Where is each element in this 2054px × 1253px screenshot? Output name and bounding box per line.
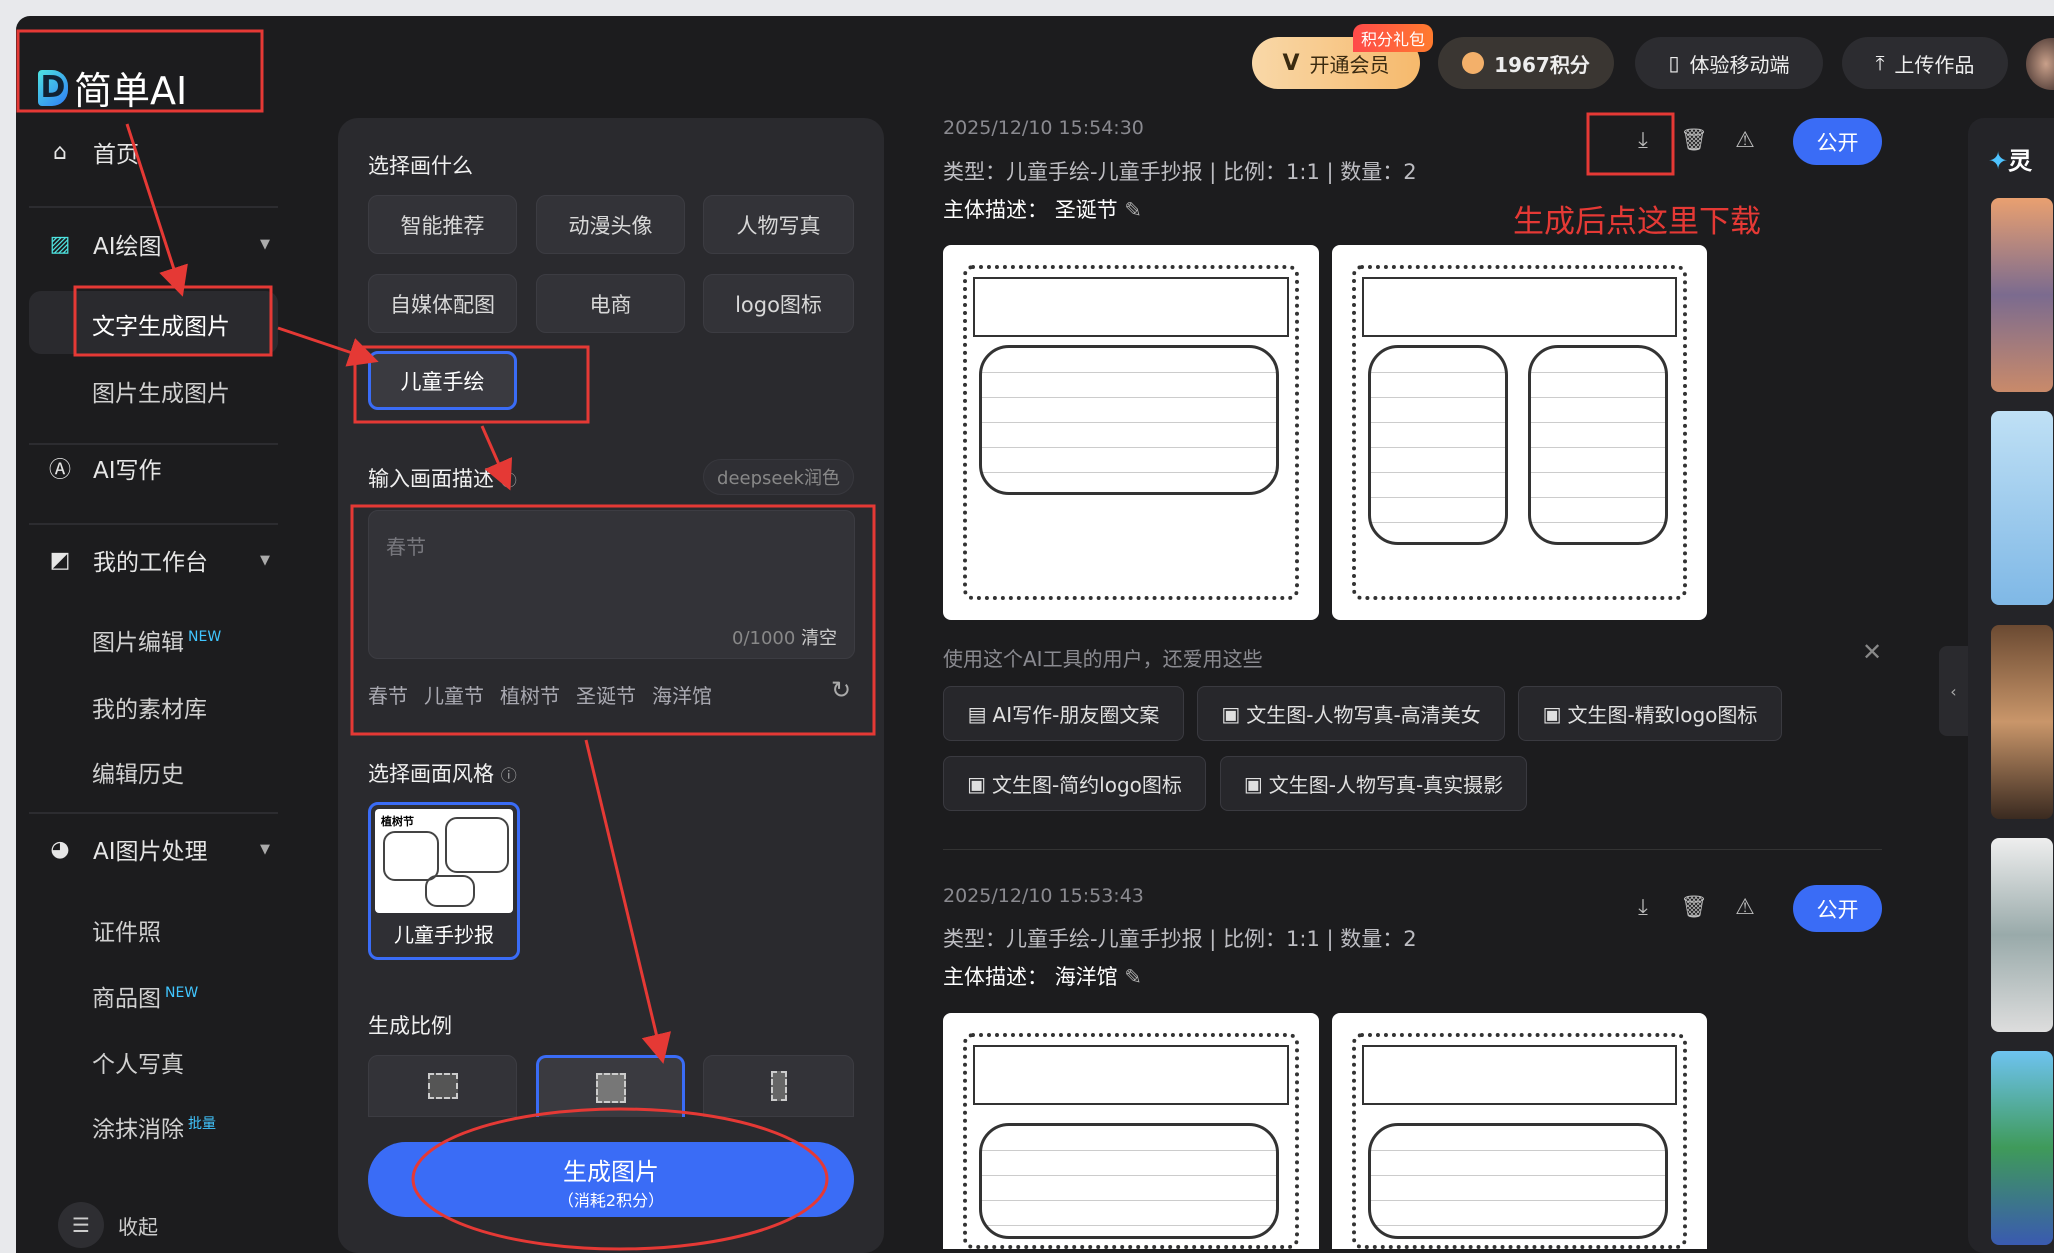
- annotation-box: [350, 504, 876, 736]
- annotation-overlay: [16, 29, 1675, 1251]
- annotation-box: [353, 345, 590, 424]
- annotation-ellipse: [411, 1107, 829, 1251]
- annotation-arrow: [480, 425, 513, 491]
- annotation-arrow: [277, 326, 379, 367]
- annotation-box: [16, 29, 264, 113]
- annotation-arrow: [125, 123, 188, 297]
- annotation-box: [73, 285, 273, 357]
- annotation-box: [1586, 112, 1675, 176]
- annotation-arrow: [584, 739, 672, 1064]
